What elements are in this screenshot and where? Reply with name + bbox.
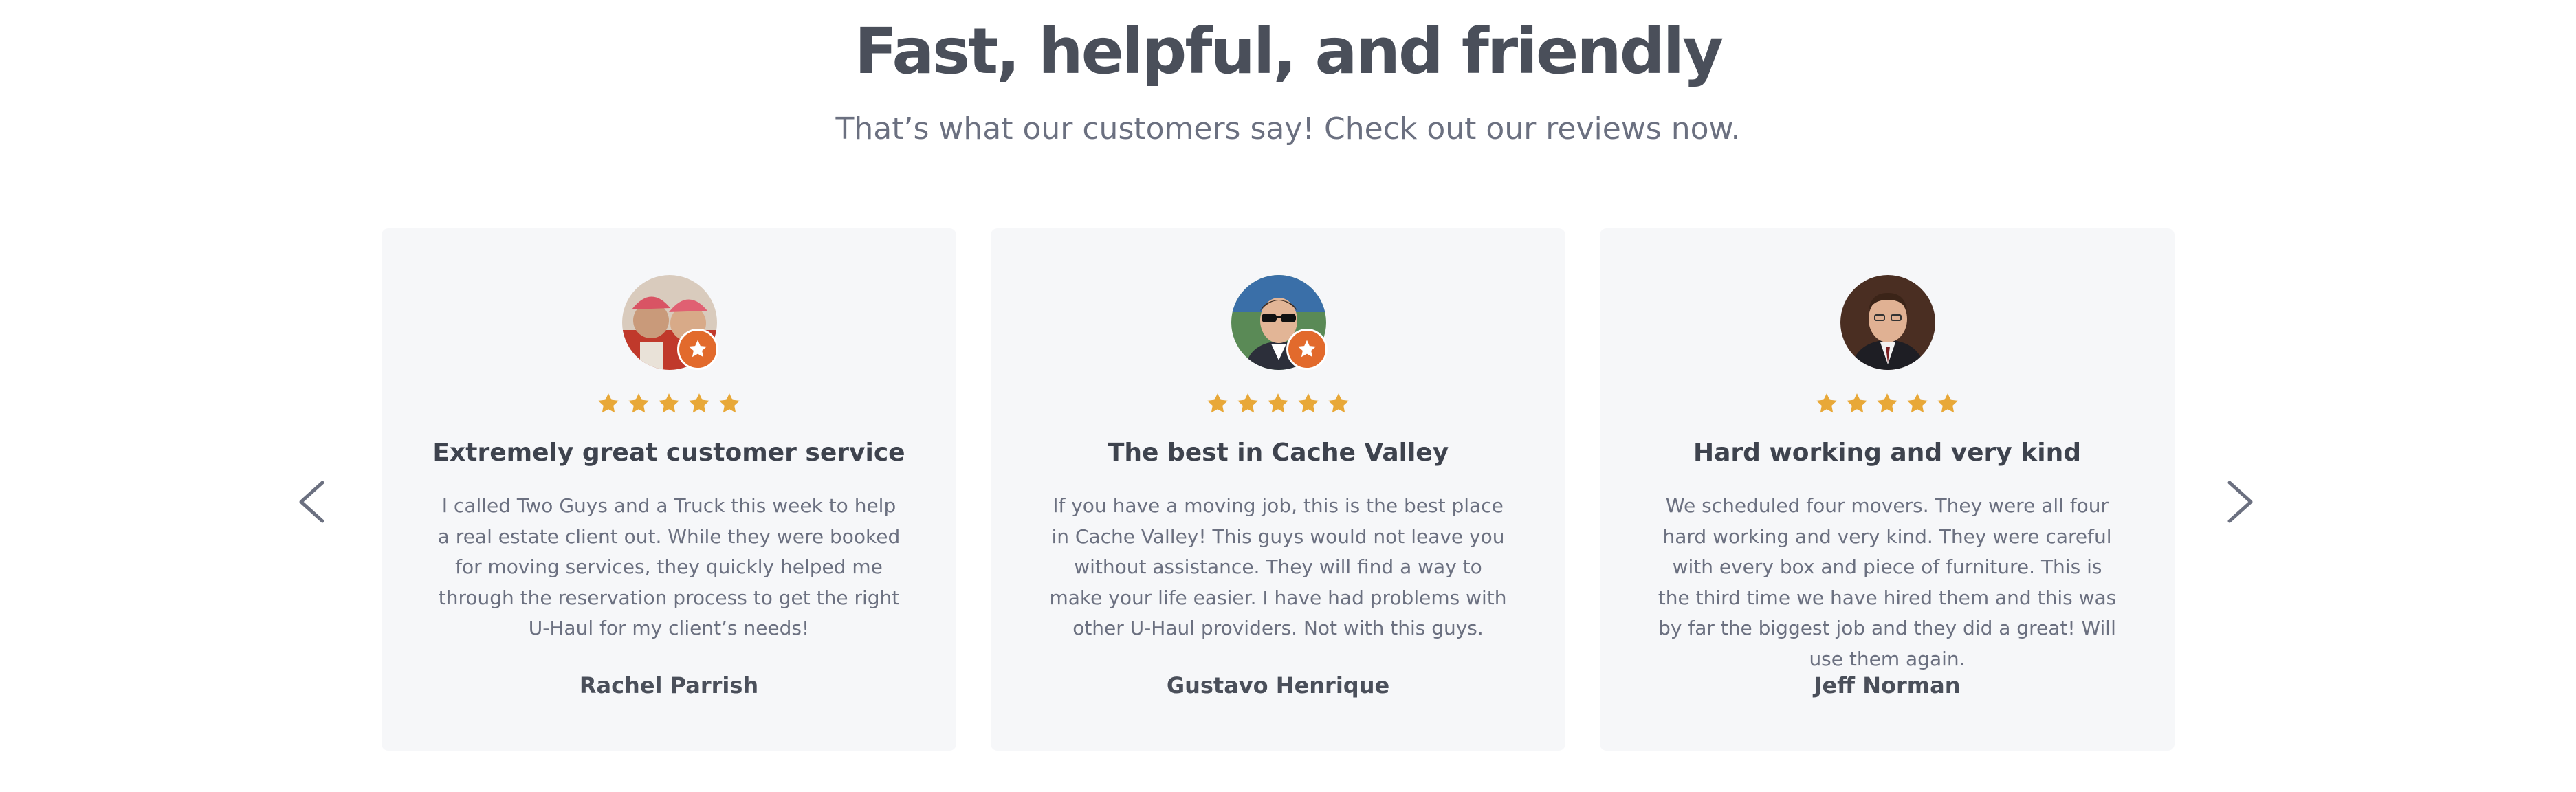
section-title: Fast, helpful, and friendly (854, 14, 1724, 88)
avatar (1840, 275, 1935, 370)
star-icon (1815, 392, 1838, 415)
carousel-next-button[interactable] (2216, 474, 2265, 529)
star-icon (1875, 392, 1899, 415)
star-icon (1266, 392, 1290, 415)
star-rating (1600, 392, 2175, 415)
star-icon (1906, 392, 1929, 415)
reviewer-avatar-wrapper (1231, 275, 1328, 370)
star-badge-icon (677, 329, 718, 370)
review-title: Hard working and very kind (1693, 439, 2081, 467)
review-text: We scheduled four movers. They were all … (1658, 494, 2117, 670)
star-icon (1206, 392, 1229, 415)
review-title: Extremely great customer service (432, 439, 905, 467)
reviewer-name: Rachel Parrish (579, 672, 759, 698)
section-subtitle: That’s what our customers say! Check out… (835, 111, 1741, 146)
star-icon (718, 392, 741, 415)
star-icon (627, 392, 650, 415)
chevron-right-icon (2227, 481, 2253, 523)
star-rating (382, 392, 956, 415)
star-icon (1297, 392, 1320, 415)
review-text: I called Two Guys and a Truck this week … (437, 494, 901, 639)
reviewer-avatar-wrapper (1840, 275, 1935, 370)
star-icon (657, 392, 681, 415)
reviewer-avatar-wrapper (622, 275, 718, 370)
reviewer-name: Gustavo Henrique (1166, 672, 1390, 698)
star-icon (597, 392, 620, 415)
star-icon (1236, 392, 1259, 415)
review-card: Hard working and very kind We scheduled … (1600, 228, 2175, 751)
reviews-section: Fast, helpful, and friendly That’s what … (0, 0, 2576, 792)
carousel-prev-button[interactable] (287, 474, 335, 529)
star-icon (1936, 392, 1959, 415)
star-badge-icon (1286, 329, 1328, 370)
review-card: The best in Cache Valley If you have a m… (991, 228, 1565, 751)
review-text: If you have a moving job, this is the be… (1049, 494, 1507, 639)
review-title: The best in Cache Valley (1107, 439, 1449, 467)
chevron-left-icon (299, 481, 324, 523)
reviewer-name: Jeff Norman (1814, 672, 1961, 698)
star-icon (687, 392, 711, 415)
review-carousel: Extremely great customer service I calle… (382, 228, 2224, 751)
star-icon (1327, 392, 1350, 415)
star-icon (1845, 392, 1869, 415)
star-rating (991, 392, 1565, 415)
review-card: Extremely great customer service I calle… (382, 228, 956, 751)
